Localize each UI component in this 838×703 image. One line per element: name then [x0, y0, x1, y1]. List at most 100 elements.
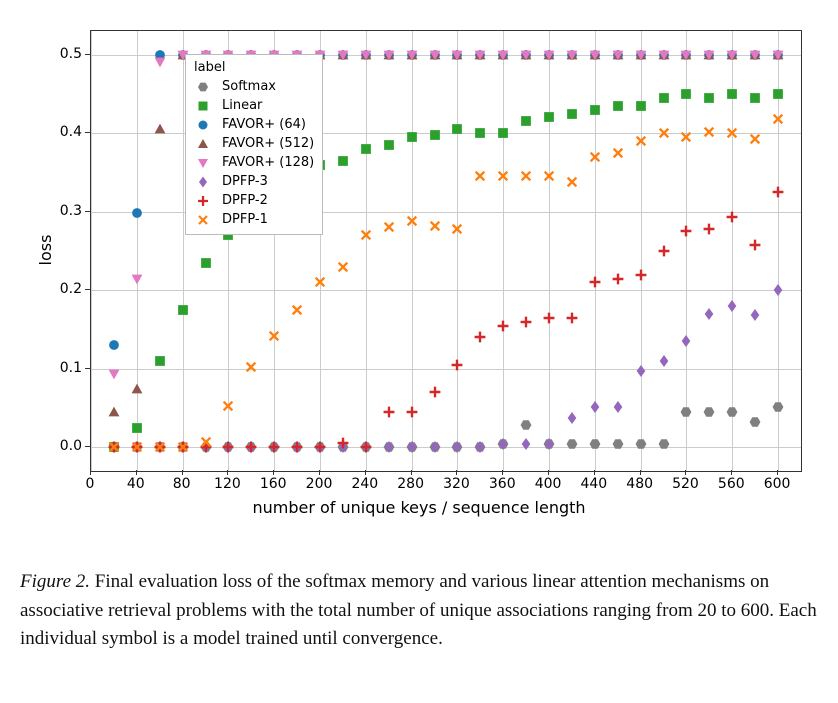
- data-point: [634, 99, 647, 112]
- data-point: [245, 361, 258, 374]
- x-tick-label: 480: [626, 476, 653, 492]
- data-point: [657, 91, 670, 104]
- legend-item: DPFP-2: [194, 191, 314, 210]
- data-point: [153, 56, 166, 69]
- data-point: [772, 186, 785, 199]
- triangle-marker-icon: [194, 137, 212, 151]
- x-tick-label: 520: [672, 476, 699, 492]
- data-point: [657, 437, 670, 450]
- data-point: [703, 406, 716, 419]
- data-point: [382, 441, 395, 454]
- data-point: [336, 260, 349, 273]
- x-tick-label: 280: [397, 476, 424, 492]
- data-point: [588, 150, 601, 163]
- data-point: [634, 48, 647, 61]
- data-point: [703, 307, 716, 320]
- data-point: [565, 48, 578, 61]
- data-point: [703, 223, 716, 236]
- data-point: [520, 419, 533, 432]
- data-point: [565, 311, 578, 324]
- caption-text: Final evaluation loss of the softmax mem…: [20, 571, 817, 649]
- x-axis-label: number of unique keys / sequence length: [252, 498, 585, 517]
- data-point: [680, 335, 693, 348]
- data-point: [726, 87, 739, 100]
- x-tick-label: 320: [443, 476, 470, 492]
- y-tick-label: 0.4: [42, 124, 82, 140]
- circle-marker-icon: [194, 118, 212, 132]
- data-point: [199, 435, 212, 448]
- data-point: [611, 99, 624, 112]
- data-point: [726, 48, 739, 61]
- data-point: [428, 441, 441, 454]
- data-point: [497, 48, 510, 61]
- x-marker-icon: [194, 213, 212, 227]
- data-point: [749, 309, 762, 322]
- data-point: [268, 441, 281, 454]
- data-point: [565, 107, 578, 120]
- data-point: [680, 406, 693, 419]
- data-point: [749, 48, 762, 61]
- data-point: [474, 48, 487, 61]
- data-point: [543, 48, 556, 61]
- data-point: [130, 421, 143, 434]
- data-point: [451, 123, 464, 136]
- data-point: [107, 339, 120, 352]
- data-point: [726, 300, 739, 313]
- data-point: [657, 355, 670, 368]
- legend-label: Softmax: [222, 79, 276, 94]
- data-point: [428, 386, 441, 399]
- data-point: [520, 437, 533, 450]
- data-point: [772, 87, 785, 100]
- data-point: [703, 91, 716, 104]
- data-point: [749, 238, 762, 251]
- y-axis-label: loss: [36, 235, 55, 266]
- data-point: [680, 224, 693, 237]
- data-point: [588, 48, 601, 61]
- x-tick-label: 440: [580, 476, 607, 492]
- legend-title: label: [194, 60, 314, 75]
- data-point: [680, 87, 693, 100]
- data-point: [474, 127, 487, 140]
- plus-marker-icon: [194, 194, 212, 208]
- legend-label: FAVOR+ (512): [222, 136, 314, 151]
- data-point: [130, 207, 143, 220]
- data-point: [474, 331, 487, 344]
- x-tick-label: 360: [489, 476, 516, 492]
- data-point: [611, 146, 624, 159]
- data-point: [451, 223, 464, 236]
- y-tick-label: 0.1: [42, 360, 82, 376]
- data-point: [405, 48, 418, 61]
- data-point: [611, 400, 624, 413]
- data-point: [497, 127, 510, 140]
- data-point: [451, 48, 464, 61]
- x-tick-label: 240: [351, 476, 378, 492]
- legend-item: FAVOR+ (64): [194, 115, 314, 134]
- data-point: [588, 276, 601, 289]
- legend-item: FAVOR+ (128): [194, 153, 314, 172]
- legend-item: FAVOR+ (512): [194, 134, 314, 153]
- x-tick-label: 120: [214, 476, 241, 492]
- data-point: [749, 91, 762, 104]
- legend-item: DPFP-3: [194, 172, 314, 191]
- data-point: [474, 170, 487, 183]
- data-point: [451, 441, 464, 454]
- data-point: [634, 268, 647, 281]
- tridown-marker-icon: [194, 156, 212, 170]
- data-point: [657, 127, 670, 140]
- data-point: [107, 441, 120, 454]
- data-point: [405, 441, 418, 454]
- data-point: [726, 406, 739, 419]
- data-point: [451, 358, 464, 371]
- data-point: [428, 128, 441, 141]
- chart-container: loss number of unique keys / sequence le…: [20, 20, 818, 540]
- data-point: [382, 221, 395, 234]
- x-tick-label: 40: [127, 476, 145, 492]
- data-point: [474, 441, 487, 454]
- data-point: [153, 123, 166, 136]
- data-point: [222, 399, 235, 412]
- data-point: [611, 437, 624, 450]
- data-point: [611, 272, 624, 285]
- legend-label: FAVOR+ (128): [222, 155, 314, 170]
- x-tick-label: 400: [535, 476, 562, 492]
- data-point: [153, 441, 166, 454]
